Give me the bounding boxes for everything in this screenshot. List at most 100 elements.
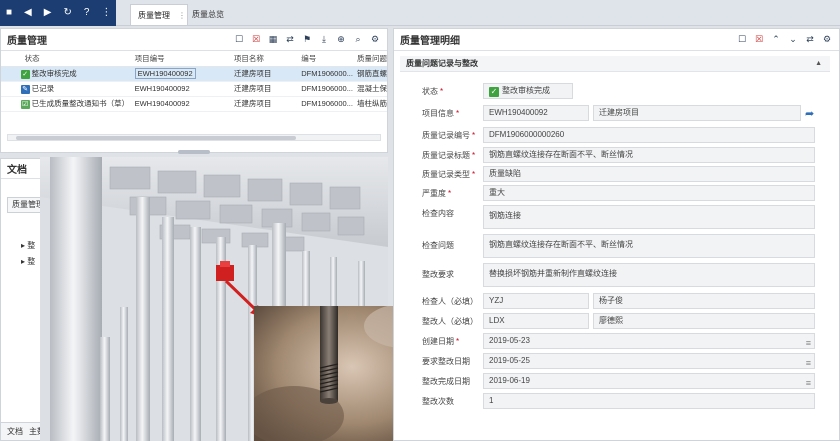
refresh-icon[interactable]: ↻ xyxy=(63,8,71,18)
gear-icon[interactable]: ⚙ xyxy=(821,34,833,46)
approved-status-icon: ✓ xyxy=(20,69,30,79)
created-date-field[interactable]: 2019-05-23 ≡ xyxy=(483,333,815,349)
forward-icon[interactable]: ▶ xyxy=(44,8,52,18)
list-toolbar: ☐ ☒ ▦ ⇄ ⚑ ⤓ ⊕ ⌕ ⚙ xyxy=(233,34,381,46)
top-bar: ■ ◀ ▶ ↻ ? ⋮ 质量管理 ⋮ 质量总览 xyxy=(0,0,840,26)
fix-requirement-field[interactable]: 替换损坏钢筋并重新制作直螺纹连接 xyxy=(483,263,815,287)
section-header[interactable]: 质量问题记录与整改 ▲ xyxy=(400,56,830,72)
row-issue: 混凝土保 xyxy=(353,81,387,97)
record-no-field[interactable]: DFM1906000000260 xyxy=(483,127,815,143)
col-status[interactable]: 状态 xyxy=(20,51,131,67)
quality-detail-panel: 质量管理明细 ☐ ☒ ⌃ ⌄ ⇄ ⚙ 质量问题记录与整改 ▲ 状态 * ✓ 整改审核… xyxy=(393,28,840,441)
record-type-field[interactable]: 质量缺陷 xyxy=(483,166,815,182)
help-icon[interactable]: ? xyxy=(84,8,90,18)
label-severity: 严重度 * xyxy=(422,189,452,198)
tree-item[interactable]: ▸ 整 xyxy=(21,256,35,267)
label-fix-requirement: 整改要求 xyxy=(422,270,454,279)
col-project-name[interactable]: 项目名称 xyxy=(229,51,298,67)
panel-splitter-handle[interactable] xyxy=(178,150,210,154)
row-project-name: 迁建房项目 xyxy=(229,66,298,82)
calendar-icon[interactable]: ≡ xyxy=(806,376,811,388)
label-record-no: 质量记录编号 * xyxy=(422,131,476,140)
expand-all-icon[interactable]: ⌄ xyxy=(787,34,799,46)
tab-quality-management[interactable]: 质量管理 ⋮ xyxy=(130,4,188,25)
panel-title: 质量管理 xyxy=(7,36,47,47)
row-project-no: EWH190400092 xyxy=(130,81,230,97)
sync-icon[interactable]: ⇄ xyxy=(804,34,816,46)
more-icon[interactable]: ⋮ xyxy=(101,8,111,18)
new-record-icon[interactable]: ☐ xyxy=(736,34,748,46)
open-link-icon[interactable]: ➦ xyxy=(805,107,814,120)
row-status: 整改审核完成 xyxy=(31,69,77,78)
row-code: DFM1906000... xyxy=(297,66,353,82)
flag-icon[interactable]: ⚑ xyxy=(301,34,313,46)
tab-quality-overview[interactable]: 质量总览 xyxy=(192,9,224,20)
row-project-name: 迁建房项目 xyxy=(229,81,298,97)
panel-title: 质量管理明细 xyxy=(400,36,460,47)
project-name-field[interactable]: 迁建房项目 xyxy=(593,105,801,121)
recorded-status-icon: ✎ xyxy=(20,84,30,94)
delete-record-icon[interactable]: ☒ xyxy=(753,34,765,46)
horizontal-scrollbar[interactable] xyxy=(7,134,381,141)
done-date-field[interactable]: 2019-06-19 ≡ xyxy=(483,373,815,389)
download-icon[interactable]: ⤓ xyxy=(318,34,330,46)
search-icon[interactable]: ⌕ xyxy=(352,34,364,46)
row-issue: 墙柱纵筋 xyxy=(353,96,387,112)
row-issue: 钢筋直螺 xyxy=(353,66,387,82)
delete-record-icon[interactable]: ☒ xyxy=(250,34,262,46)
inspector-code-field[interactable]: YZJ xyxy=(483,293,589,309)
label-inspector: 检查人（必填） xyxy=(422,297,478,306)
label-record-title: 质量记录标题 * xyxy=(422,151,476,160)
sync-icon[interactable]: ⇄ xyxy=(284,34,296,46)
label-required-date: 要求整改日期 xyxy=(422,357,470,366)
label-check-issue: 检查问题 xyxy=(422,241,454,250)
col-code[interactable]: 编号 xyxy=(297,51,353,67)
calendar-icon[interactable]: ≡ xyxy=(806,336,811,348)
record-title-field[interactable]: 钢筋直螺纹连接存在断面不平、断丝情况 xyxy=(483,147,815,163)
tree-item[interactable]: ▸ 整 xyxy=(21,240,35,251)
tab-documents[interactable]: 文档 xyxy=(7,426,23,437)
new-record-icon[interactable]: ☐ xyxy=(233,34,245,46)
inspector-name-field[interactable]: 杨子俊 xyxy=(593,293,815,309)
required-date-field[interactable]: 2019-05-25 ≡ xyxy=(483,353,815,369)
label-check-content: 检查内容 xyxy=(422,209,454,218)
approved-check-icon: ✓ xyxy=(489,87,499,97)
project-code-field[interactable]: EWH190400092 xyxy=(483,105,589,121)
check-issue-field[interactable]: 钢筋直螺纹连接存在断面不平、断丝情况 xyxy=(483,234,815,258)
zoom-icon[interactable]: ⊕ xyxy=(335,34,347,46)
notice-status-icon: ☑ xyxy=(20,99,30,109)
check-content-field[interactable]: 钢筋连接 xyxy=(483,205,815,229)
label-project: 项目信息 * xyxy=(422,109,460,118)
times-field[interactable]: 1 xyxy=(483,393,815,409)
calendar-icon[interactable]: ≡ xyxy=(806,356,811,368)
gear-icon[interactable]: ⚙ xyxy=(369,34,381,46)
tab-label: 质量管理 xyxy=(138,10,170,20)
quality-table: 状态 项目编号 项目名称 编号 质量问题 ✓ 整改审核完成 EWH19040009… xyxy=(1,51,387,112)
back-icon[interactable]: ◀ xyxy=(24,8,32,18)
section-title: 质量问题记录与整改 xyxy=(406,59,478,68)
label-status: 状态 * xyxy=(422,87,444,96)
rectifier-name-field[interactable]: 廖德熙 xyxy=(593,313,815,329)
save-icon[interactable]: ■ xyxy=(6,8,12,18)
col-issue[interactable]: 质量问题 xyxy=(353,51,387,67)
table-row[interactable]: ✎ 已记录 EWH190400092 迁建房项目 DFM1906000... 混凝… xyxy=(1,81,387,97)
rectifier-code-field[interactable]: LDX xyxy=(483,313,589,329)
table-row[interactable]: ✓ 整改审核完成 EWH190400092 迁建房项目 DFM1906000...… xyxy=(1,66,387,82)
label-record-type: 质量记录类型 * xyxy=(422,170,476,179)
row-project-no: EWH190400092 xyxy=(130,96,230,112)
label-created-date: 创建日期 * xyxy=(422,337,460,346)
detail-toolbar: ☐ ☒ ⌃ ⌄ ⇄ ⚙ xyxy=(736,34,833,46)
label-done-date: 整改完成日期 xyxy=(422,377,470,386)
severity-field[interactable]: 重大 xyxy=(483,185,815,201)
col-project-no[interactable]: 项目编号 xyxy=(130,51,230,67)
row-code: DFM1906000... xyxy=(297,81,353,97)
status-field: ✓ 整改审核完成 xyxy=(483,83,573,99)
collapse-section-icon[interactable]: ▲ xyxy=(815,56,822,72)
table-view-icon[interactable]: ▦ xyxy=(267,34,279,46)
table-row[interactable]: ☑ 已生成质量整改通知书（草） EWH190400092 迁建房项目 DFM190… xyxy=(1,96,387,112)
collapse-all-icon[interactable]: ⌃ xyxy=(770,34,782,46)
tab-menu-icon[interactable]: ⋮ xyxy=(178,11,186,20)
row-code: DFM1906000... xyxy=(297,96,353,112)
label-rectifier: 整改人（必填） xyxy=(422,317,478,326)
top-icon-strip: ■ ◀ ▶ ↻ ? ⋮ xyxy=(0,0,116,26)
